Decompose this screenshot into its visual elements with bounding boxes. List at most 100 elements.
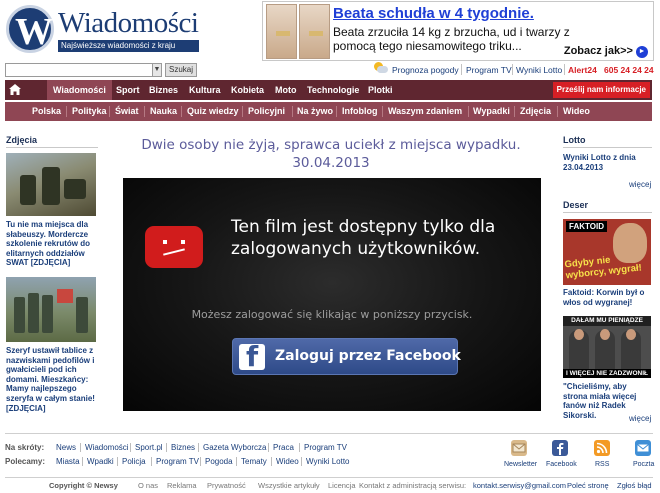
footer-link-wideo[interactable]: Wideo [276,457,299,466]
facebook-login-button[interactable]: f Zaloguj przez Facebook [232,338,461,375]
footer-link-wiadomosci[interactable]: Wiadomości [85,443,129,452]
deser-photo-caption-bottom: I WIĘCEJ NIE ZADZWONIŁ [563,369,651,378]
section-heading-deser: Deser [563,200,589,210]
deser-link-faktoid[interactable]: Faktoid: Korwin był o włos od wygranej! [563,288,653,307]
contact-label: Kontakt z administracją serwisu: [359,481,467,490]
rss-icon[interactable] [594,440,610,456]
rss-label[interactable]: RSS [595,461,609,468]
nav-item-kobieta[interactable]: Kobieta [231,80,264,100]
story-photo-swat[interactable] [6,153,96,216]
more-link[interactable]: więcej [629,414,651,423]
footer-link-sport[interactable]: Sport.pl [135,443,163,452]
subnav-item-wideo[interactable]: Wideo [563,102,590,121]
more-link[interactable]: więcej [629,180,651,189]
footer-link-about[interactable]: O nas [138,481,158,490]
subnav-item-policyjni[interactable]: Policyjni [248,102,285,121]
home-icon[interactable] [5,80,25,100]
report-error-link[interactable]: Zgłoś błąd [617,481,652,490]
send-info-button[interactable]: Prześlij nam informacje [552,82,650,98]
facebook-label[interactable]: Facebook [546,461,577,468]
faktoid-banner: FAKTOID [566,221,607,232]
nav-item-plotki[interactable]: Plotki [368,80,393,100]
newsletter-icon[interactable] [511,440,527,456]
subnav-item-na-zywo[interactable]: Na żywo [297,102,333,121]
subnav-item-infoblog[interactable]: Infoblog [342,102,378,121]
story-link-swat[interactable]: Tu nie ma miejsca dla słabeuszy. Morderc… [6,220,98,268]
mail-label[interactable]: Poczta [633,461,654,468]
weather-icon [374,62,388,74]
sub-nav: Polska Polityka Świat Nauka Quiz wiedzy … [5,102,652,121]
ad-photo-after [299,4,330,59]
divider [563,147,652,148]
shortcuts-label: Na skróty: [5,443,45,452]
search-input[interactable] [5,63,153,77]
footer-link-ads[interactable]: Reklama [167,481,197,490]
footer-link-program-tv[interactable]: Program TV [156,457,199,466]
deser-photo-faktoid[interactable]: FAKTOID Gdyby nie wyborcy, wygrał! [563,219,651,285]
recommend-page-link[interactable]: Poleć stronę [567,481,609,490]
chevron-down-icon[interactable]: ▼ [152,63,162,77]
section-heading-lotto: Lotto [563,135,586,145]
divider [564,64,565,75]
site-logo[interactable]: W Wiadomości Najświeższe wiadomości z kr… [6,5,201,55]
newsletter-label[interactable]: Newsletter [504,461,537,468]
subnav-item-zdjecia[interactable]: Zdjęcia [520,102,551,121]
lotto-link[interactable]: Wyniki Lotto [516,65,562,75]
subnav-item-nauka[interactable]: Nauka [150,102,177,121]
footer-link-policja[interactable]: Policja [122,457,146,466]
ad-more-link[interactable]: Zobacz jak>> ► [564,45,648,58]
logo-tagline: Najświeższe wiadomości z kraju [61,41,176,50]
subnav-item-waszym-zdaniem[interactable]: Waszym zdaniem [388,102,462,121]
article-date: 30.04.2013 [292,155,370,171]
contact-email-link[interactable]: kontakt.serwisy@gmail.com [473,481,566,490]
recommended-label: Polecamy: [5,457,46,466]
mail-icon[interactable] [635,440,651,456]
subnav-item-polityka[interactable]: Polityka [72,102,107,121]
main-nav: Wiadomości Sport Biznes Kultura Kobieta … [5,80,652,100]
video-login-hint: Możesz zalogować się klikając w poniższy… [191,308,473,321]
story-photo-sheriff[interactable] [6,277,96,342]
footer-link-privacy[interactable]: Prywatność [207,481,246,490]
advert-banner[interactable]: Beata schudła w 4 tygodnie. Beata zrzuci… [262,1,654,61]
footer-link-gazeta[interactable]: Gazeta Wyborcza [203,443,267,452]
nav-item-kultura[interactable]: Kultura [189,80,221,100]
subnav-item-wypadki[interactable]: Wypadki [473,102,510,121]
story-link-sheriff[interactable]: Szeryf ustawił tablice z nazwiskami pedo… [6,346,98,413]
subnav-item-swiat[interactable]: Świat [115,102,139,121]
alert24-link[interactable]: Alert24 [568,65,597,75]
nav-item-sport[interactable]: Sport [116,80,140,100]
footer-link-wpadki[interactable]: Wpadki [87,457,114,466]
ad-body: Beata zrzuciła 14 kg z brzucha, ud i twa… [333,25,570,53]
search-button[interactable]: Szukaj [165,63,197,77]
footer-link-tv[interactable]: Program TV [304,443,347,452]
faktoid-shout: Gdyby nie wyborcy, wygrał! [564,254,643,282]
ad-title[interactable]: Beata schudła w 4 tygodnie. [333,5,534,22]
nav-item-biznes[interactable]: Biznes [149,80,178,100]
logo-tagline-bar: Najświeższe wiadomości z kraju [58,40,199,52]
footer-link-lotto[interactable]: Wyniki Lotto [306,457,350,466]
weather-link[interactable]: Prognoza pogody [392,65,459,75]
footer-link-all-articles[interactable]: Wszystkie artykuły [258,481,320,490]
footer-link-miasta[interactable]: Miasta [56,457,80,466]
facebook-icon: f [239,340,265,373]
video-locked-message: Ten film jest dostępny tylko dla zalogow… [231,217,496,259]
footer-link-praca[interactable]: Praca [273,443,294,452]
nav-item-wiadomosci[interactable]: Wiadomości [47,80,112,100]
tv-program-link[interactable]: Program TV [466,65,512,75]
footer-link-news[interactable]: News [56,443,76,452]
nav-item-moto[interactable]: Moto [275,80,297,100]
divider [5,477,653,478]
divider [512,64,513,75]
subnav-item-polska[interactable]: Polska [32,102,61,121]
video-player: Ten film jest dostępny tylko dla zalogow… [123,178,541,411]
footer-link-license[interactable]: Licencja [328,481,356,490]
lotto-results-link[interactable]: Wyniki Lotto z dnia 23.04.2013 [563,153,651,172]
subnav-item-quiz[interactable]: Quiz wiedzy [187,102,239,121]
footer-link-biznes[interactable]: Biznes [171,443,195,452]
deser-photo-politicians[interactable]: DAŁAM MU PIENIĄDZE I WIĘCEJ NIE ZADZWONI… [563,316,651,378]
facebook-icon[interactable] [552,440,568,456]
nav-item-technologie[interactable]: Technologie [307,80,359,100]
footer-link-tematy[interactable]: Tematy [241,457,267,466]
footer-link-pogoda[interactable]: Pogoda [205,457,233,466]
logo-name: Wiadomości [58,7,199,39]
